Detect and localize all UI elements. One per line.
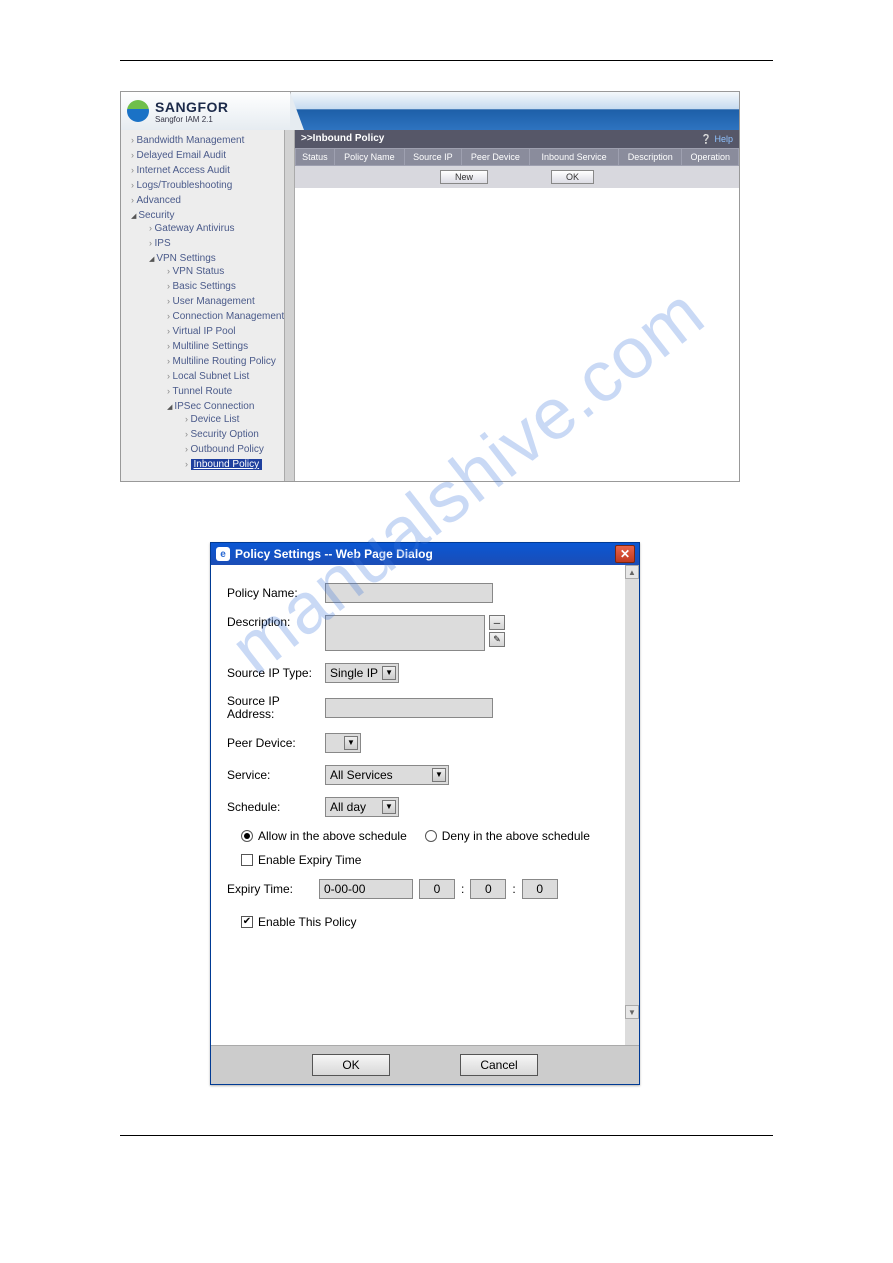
nav-item[interactable]: Security Option — [179, 427, 294, 442]
help-link[interactable]: ❔ Help — [701, 130, 733, 148]
nav-item[interactable]: VPN Status — [161, 264, 294, 279]
schedule-select[interactable]: All day▼ — [325, 797, 399, 817]
col-source-ip: Source IP — [405, 149, 461, 166]
nav-item[interactable]: Outbound Policy — [179, 442, 294, 457]
nav-tree[interactable]: Bandwidth Management Delayed Email Audit… — [121, 130, 295, 481]
nav-item[interactable]: Bandwidth Management — [125, 133, 294, 148]
checkbox-enable-policy[interactable]: ✔Enable This Policy — [241, 915, 357, 929]
description-input[interactable] — [325, 615, 485, 651]
chevron-down-icon: ▼ — [382, 800, 396, 814]
table-button-row: New OK — [295, 166, 739, 188]
col-desc: Description — [619, 149, 682, 166]
policy-table: Status Policy Name Source IP Peer Device… — [295, 148, 739, 166]
desc-expand-icon[interactable]: ─ — [489, 615, 505, 630]
nav-item[interactable]: IPS — [143, 236, 294, 251]
radio-deny[interactable]: Deny in the above schedule — [425, 829, 590, 843]
col-status: Status — [296, 149, 335, 166]
peer-device-select[interactable]: ▼ — [325, 733, 361, 753]
radio-icon — [425, 830, 437, 842]
sangfor-logo-icon — [127, 100, 149, 122]
cancel-button[interactable]: Cancel — [460, 1054, 538, 1076]
top-rule — [120, 60, 773, 61]
label-peer-device: Peer Device: — [227, 736, 325, 750]
policy-name-input[interactable] — [325, 583, 493, 603]
nav-item[interactable]: Advanced — [125, 193, 294, 208]
nav-item-ipsec[interactable]: IPSec Connection Device List Security Op… — [161, 399, 294, 474]
nav-item-vpn[interactable]: VPN Settings VPN Status Basic Settings U… — [143, 251, 294, 476]
expiry-date-input[interactable] — [319, 879, 413, 899]
checkbox-icon — [241, 854, 253, 866]
nav-item[interactable]: Tunnel Route — [161, 384, 294, 399]
nav-item[interactable]: Connection Management — [161, 309, 294, 324]
label-source-ip-addr: Source IP Address: — [227, 695, 325, 721]
admin-header: SANGFOR Sangfor IAM 2.1 — [121, 92, 739, 130]
chevron-down-icon: ▼ — [344, 736, 358, 750]
service-select[interactable]: All Services▼ — [325, 765, 449, 785]
label-service: Service: — [227, 768, 325, 782]
admin-panel: SANGFOR Sangfor IAM 2.1 Bandwidth Manage… — [120, 91, 740, 482]
nav-scrollbar[interactable] — [284, 130, 294, 481]
policy-settings-dialog: e Policy Settings -- Web Page Dialog ✕ ▲… — [210, 542, 640, 1085]
chevron-down-icon: ▼ — [432, 768, 446, 782]
nav-item[interactable]: Local Subnet List — [161, 369, 294, 384]
checkbox-icon: ✔ — [241, 916, 253, 928]
nav-item[interactable]: Basic Settings — [161, 279, 294, 294]
desc-edit-icon[interactable]: ✎ — [489, 632, 505, 647]
nav-item[interactable]: Device List — [179, 412, 294, 427]
nav-item[interactable]: Logs/Troubleshooting — [125, 178, 294, 193]
radio-icon — [241, 830, 253, 842]
nav-item-inbound-policy[interactable]: Inbound Policy — [179, 457, 294, 472]
ok-button[interactable]: OK — [551, 170, 594, 184]
chevron-down-icon: ▼ — [382, 666, 396, 680]
col-name: Policy Name — [334, 149, 404, 166]
nav-item[interactable]: Multiline Settings — [161, 339, 294, 354]
content-titlebar: >>Inbound Policy ❔ Help — [295, 130, 739, 148]
dialog-footer: OK Cancel — [211, 1045, 639, 1084]
ok-button[interactable]: OK — [312, 1054, 390, 1076]
brand-name: SANGFOR — [155, 99, 229, 115]
col-service: Inbound Service — [530, 149, 619, 166]
dialog-title: Policy Settings -- Web Page Dialog — [235, 547, 433, 561]
nav-item[interactable]: Gateway Antivirus — [143, 221, 294, 236]
label-description: Description: — [227, 615, 325, 629]
content-area: >>Inbound Policy ❔ Help Status Policy Na… — [295, 130, 739, 481]
label-schedule: Schedule: — [227, 800, 325, 814]
checkbox-expiry[interactable]: Enable Expiry Time — [241, 853, 361, 867]
expiry-min-input[interactable] — [470, 879, 506, 899]
nav-item[interactable]: Delayed Email Audit — [125, 148, 294, 163]
scroll-up-icon[interactable]: ▲ — [625, 565, 639, 579]
brand-sub: Sangfor IAM 2.1 — [155, 115, 229, 124]
content-title: >>Inbound Policy — [301, 130, 384, 148]
nav-item[interactable]: Virtual IP Pool — [161, 324, 294, 339]
col-peer: Peer Device — [461, 149, 530, 166]
nav-item-security[interactable]: Security Gateway Antivirus IPS VPN Setti… — [125, 208, 294, 478]
source-ip-input[interactable] — [325, 698, 493, 718]
nav-item[interactable]: Internet Access Audit — [125, 163, 294, 178]
expiry-sec-input[interactable] — [522, 879, 558, 899]
brand: SANGFOR Sangfor IAM 2.1 — [121, 92, 291, 130]
col-op: Operation — [682, 149, 739, 166]
bottom-rule — [120, 1135, 773, 1136]
close-icon[interactable]: ✕ — [615, 545, 635, 563]
dialog-titlebar[interactable]: e Policy Settings -- Web Page Dialog ✕ — [211, 543, 639, 565]
label-source-ip-type: Source IP Type: — [227, 666, 325, 680]
new-button[interactable]: New — [440, 170, 488, 184]
nav-item[interactable]: User Management — [161, 294, 294, 309]
expiry-hour-input[interactable] — [419, 879, 455, 899]
nav-item[interactable]: Multiline Routing Policy — [161, 354, 294, 369]
label-policy-name: Policy Name: — [227, 586, 325, 600]
ie-icon: e — [216, 547, 230, 561]
label-expiry-time: Expiry Time: — [227, 882, 313, 896]
source-ip-type-select[interactable]: Single IP▼ — [325, 663, 399, 683]
radio-allow[interactable]: Allow in the above schedule — [241, 829, 407, 843]
scroll-down-icon[interactable]: ▼ — [625, 1005, 639, 1019]
